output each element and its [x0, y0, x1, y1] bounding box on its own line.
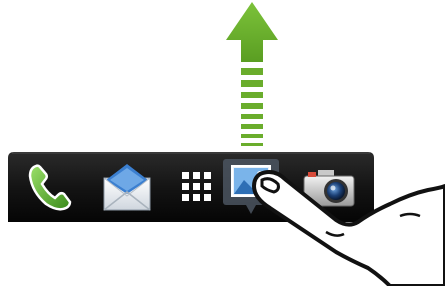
- mail-icon[interactable]: [98, 158, 156, 216]
- app-grid-icon[interactable]: [168, 158, 226, 216]
- gallery-icon[interactable]: [222, 158, 280, 216]
- swipe-up-arrow-icon: [226, 2, 278, 146]
- launch-bar: [8, 152, 374, 222]
- camera-icon[interactable]: [300, 158, 358, 216]
- phone-icon[interactable]: [22, 158, 80, 216]
- home-screen-tutorial: [0, 0, 445, 286]
